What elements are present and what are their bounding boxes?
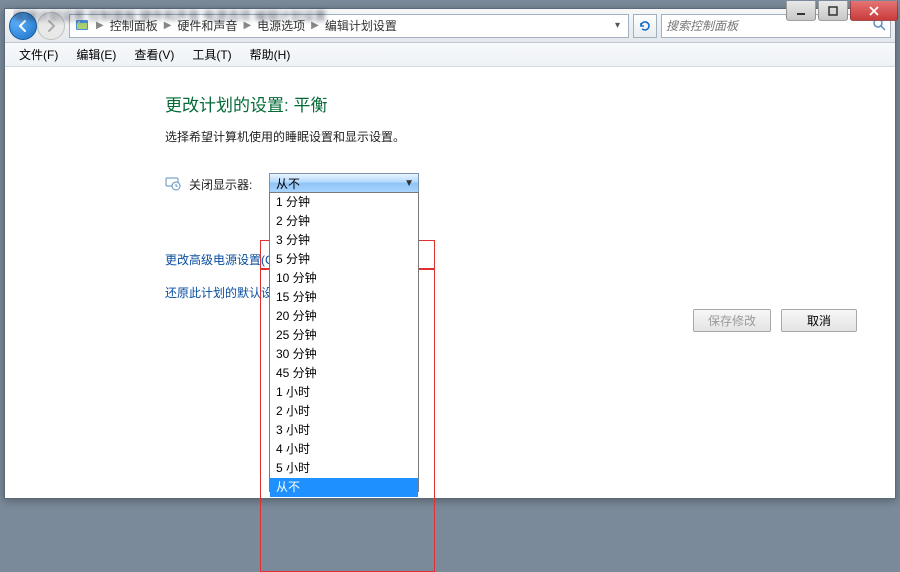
dropdown-option[interactable]: 3 小时 (270, 421, 418, 440)
menu-edit[interactable]: 编辑(E) (68, 44, 124, 65)
dropdown-option[interactable]: 从不 (270, 478, 418, 497)
dropdown-arrow-icon: ▼ (404, 178, 414, 189)
dropdown-option[interactable]: 15 分钟 (270, 288, 418, 307)
dropdown-option[interactable]: 25 分钟 (270, 326, 418, 345)
content-area: 更改计划的设置: 平衡 选择希望计算机使用的睡眠设置和显示设置。 关闭显示器: … (5, 67, 895, 498)
minimize-button[interactable] (786, 1, 816, 21)
menu-tools[interactable]: 工具(T) (184, 44, 239, 65)
page-title: 更改计划的设置: 平衡 (165, 91, 895, 116)
window-controls (786, 1, 898, 29)
dropdown-option[interactable]: 5 分钟 (270, 250, 418, 269)
footer-buttons: 保存修改 取消 (693, 309, 857, 332)
close-button[interactable] (850, 1, 898, 21)
combobox-selected-value: 从不 (276, 175, 300, 192)
cancel-button[interactable]: 取消 (781, 309, 857, 332)
menu-help[interactable]: 帮助(H) (242, 44, 299, 65)
display-off-setting: 关闭显示器: 从不 ▼ 1 分钟2 分钟3 分钟5 分钟10 分钟15 分钟20… (165, 173, 895, 193)
save-button[interactable]: 保存修改 (693, 309, 771, 332)
dropdown-option[interactable]: 20 分钟 (270, 307, 418, 326)
display-off-dropdown[interactable]: 1 分钟2 分钟3 分钟5 分钟10 分钟15 分钟20 分钟25 分钟30 分… (269, 192, 419, 492)
control-panel-window: 编辑计划设置 控制面板 硬件和声音 电源选项 编辑计划设置 ▶ 控制面 (4, 8, 896, 499)
dropdown-option[interactable]: 45 分钟 (270, 364, 418, 383)
dropdown-option[interactable]: 4 小时 (270, 440, 418, 459)
dropdown-option[interactable]: 30 分钟 (270, 345, 418, 364)
dropdown-option[interactable]: 1 小时 (270, 383, 418, 402)
menu-file[interactable]: 文件(F) (11, 44, 66, 65)
dropdown-option[interactable]: 3 分钟 (270, 231, 418, 250)
dropdown-option[interactable]: 5 小时 (270, 459, 418, 478)
menu-view[interactable]: 查看(V) (126, 44, 182, 65)
dropdown-option[interactable]: 2 分钟 (270, 212, 418, 231)
display-off-combobox[interactable]: 从不 ▼ (269, 173, 419, 193)
menu-bar: 文件(F) 编辑(E) 查看(V) 工具(T) 帮助(H) (5, 43, 895, 67)
dropdown-option[interactable]: 2 小时 (270, 402, 418, 421)
blurred-title-text: 编辑计划设置 控制面板 硬件和声音 电源选项 编辑计划设置 (13, 7, 695, 25)
dropdown-option[interactable]: 1 分钟 (270, 193, 418, 212)
page-description: 选择希望计算机使用的睡眠设置和显示设置。 (165, 128, 895, 145)
monitor-clock-icon (165, 175, 181, 191)
maximize-button[interactable] (818, 1, 848, 21)
dropdown-option[interactable]: 10 分钟 (270, 269, 418, 288)
display-off-label: 关闭显示器: (189, 173, 261, 193)
